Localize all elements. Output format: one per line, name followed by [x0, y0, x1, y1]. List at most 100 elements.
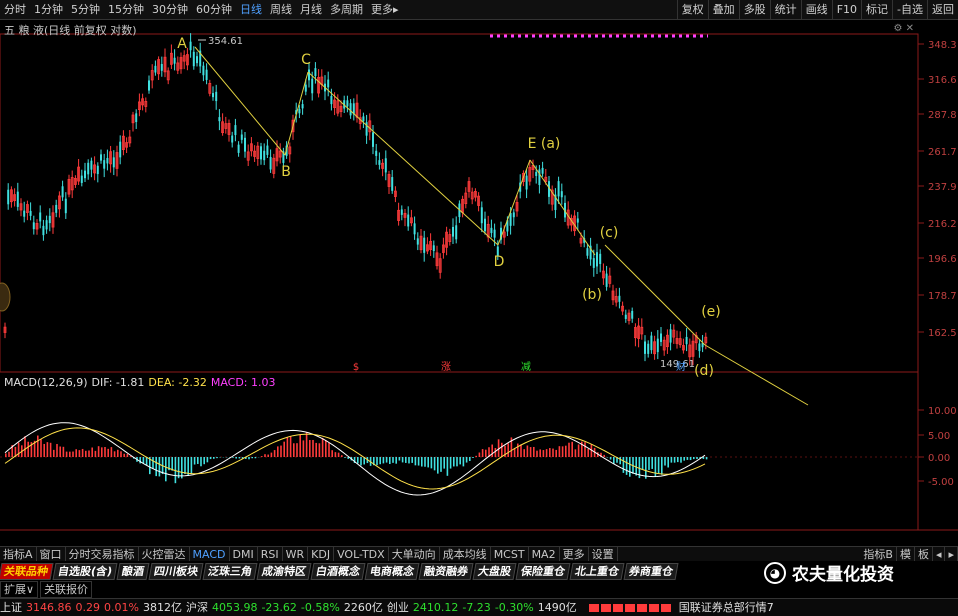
indicator-right-3[interactable]: ◂ [933, 547, 946, 561]
indicator-tab-0[interactable]: 指标A [0, 547, 37, 561]
period-tab-6[interactable]: 日线 [236, 0, 266, 19]
settings-icon[interactable]: ⚙ [893, 23, 902, 34]
macd-bar [117, 449, 119, 457]
price-label-6: 196.6 [928, 254, 957, 265]
macd-bar [427, 457, 429, 468]
indicator-tab-8[interactable]: KDJ [308, 547, 335, 561]
sector-tab-9[interactable]: 大盘股 [472, 563, 517, 580]
candle-body-down [631, 310, 634, 319]
sector-tab-8[interactable]: 融资融券 [418, 563, 474, 580]
sector-tab-7[interactable]: 电商概念 [364, 563, 420, 580]
sector-tab-10[interactable]: 保险重仓 [515, 563, 571, 580]
indicator-tab-3[interactable]: 火控雷达 [139, 547, 190, 561]
macd-bar [344, 457, 346, 458]
sector-tab-0[interactable]: 关联品种 [0, 563, 54, 580]
price-label-8: 162.5 [928, 328, 957, 339]
ext-tab-1[interactable]: 关联报价 [40, 581, 93, 598]
indicator-tab-7[interactable]: WR [283, 547, 309, 561]
price-label-2: 287.8 [928, 110, 957, 121]
candle-body-down [29, 210, 32, 216]
time-label-0: 2020年 [4, 531, 39, 532]
macd-bar [408, 457, 410, 464]
indicator-right-0[interactable]: 指标B [860, 547, 897, 561]
toolbar-button-7[interactable]: -自选 [892, 0, 927, 19]
candle-body-down [624, 314, 627, 319]
macd-bar [539, 449, 541, 457]
macd-bar [414, 457, 417, 466]
indicator-right-1[interactable]: 模 [897, 547, 915, 561]
sector-tab-3[interactable]: 四川板块 [148, 563, 204, 580]
macd-bar [613, 457, 615, 465]
sector-tab-12[interactable]: 券商重仓 [623, 563, 679, 580]
toolbar-button-2[interactable]: 多股 [738, 0, 770, 19]
indicator-right-4[interactable]: ▸ [945, 547, 958, 561]
candle-body-down [64, 198, 67, 214]
period-tab-5[interactable]: 60分钟 [192, 0, 236, 19]
indicator-tab-14[interactable]: 更多 [560, 547, 589, 561]
period-tab-3[interactable]: 15分钟 [104, 0, 148, 19]
indicator-tab-5[interactable]: DMI [230, 547, 258, 561]
sector-tab-5[interactable]: 成渝特区 [256, 563, 312, 580]
hs-name: 沪深 [185, 600, 208, 614]
sector-tab-11[interactable]: 北上重仓 [569, 563, 625, 580]
period-tab-4[interactable]: 30分钟 [148, 0, 192, 19]
toolbar-button-8[interactable]: 返回 [927, 0, 958, 19]
window-controls[interactable]: ⚙ ✕ [893, 23, 914, 34]
period-tab-2[interactable]: 5分钟 [67, 0, 104, 19]
indicator-tab-6[interactable]: RSI [258, 547, 283, 561]
sector-tab-6[interactable]: 白酒概念 [310, 563, 366, 580]
close-icon[interactable]: ✕ [906, 23, 914, 34]
period-tab-0[interactable]: 分时 [0, 0, 30, 19]
indicator-tab-15[interactable]: 设置 [589, 547, 618, 561]
toolbar-button-5[interactable]: F10 [831, 0, 861, 19]
indicator-tab-10[interactable]: 大单动向 [389, 547, 440, 561]
toolbar-button-3[interactable]: 统计 [769, 0, 801, 19]
macd-bar [629, 457, 631, 477]
period-tab-10[interactable]: 更多▸ [367, 0, 403, 19]
candle-body-down [330, 95, 333, 105]
indicator-tab-13[interactable]: MA2 [529, 547, 560, 561]
macd-bar [472, 457, 474, 458]
kline-chart[interactable]: 348.3 316.6 287.8 261.7 237.9 216.2 196.6 178.7… [0, 20, 958, 532]
candle-body-down [535, 171, 538, 176]
macd-bar [696, 457, 698, 459]
macd-bar [5, 453, 7, 457]
wave-line-4 [529, 159, 596, 256]
macd-bar [8, 451, 10, 457]
indicator-tab-12[interactable]: MCST [491, 547, 529, 561]
macd-bar [126, 453, 129, 457]
indicator-tab-1[interactable]: 窗口 [37, 547, 66, 561]
toolbar-button-0[interactable]: 复权 [676, 0, 708, 19]
indicator-tab-9[interactable]: VOL-TDX [334, 547, 389, 561]
period-tab-9[interactable]: 多周期 [326, 0, 367, 19]
macd-label-2: 0.00 [928, 453, 950, 464]
period-tab-8[interactable]: 月线 [296, 0, 326, 19]
macd-bar [53, 449, 55, 457]
sector-tab-4[interactable]: 泛珠三角 [202, 563, 258, 580]
macd-bar [81, 448, 84, 457]
macd-bar [533, 446, 535, 457]
toolbar-button-6[interactable]: 标记 [861, 0, 892, 19]
macd-bar [110, 447, 113, 457]
indicator-tab-11[interactable]: 成本均线 [440, 547, 491, 561]
toolbar-button-4[interactable]: 画线 [800, 0, 832, 19]
candle-body-down [557, 181, 560, 197]
period-tab-1[interactable]: 1分钟 [30, 0, 67, 19]
candle-body-down [599, 253, 602, 264]
sector-tab-2[interactable]: 酿酒 [116, 563, 150, 580]
indicator-tab-2[interactable]: 分时交易指标 [66, 547, 139, 561]
candle-body-down [509, 213, 512, 226]
macd-bar [302, 440, 305, 457]
macd-bar [152, 457, 154, 469]
wave-line-1 [284, 71, 309, 156]
period-toolbar: 分时 1分钟 5分钟 15分钟 30分钟 60分钟 日线 周线 月线 多周期 更多▸ 复权 叠加 多股 统计… [0, 0, 958, 20]
toolbar-button-1[interactable]: 叠加 [707, 0, 739, 19]
macd-bar [686, 457, 689, 460]
indicator-right-2[interactable]: 板 [915, 547, 933, 561]
macd-bar [78, 450, 81, 457]
indicator-tab-4[interactable]: MACD [190, 547, 230, 561]
period-tab-7[interactable]: 周线 [266, 0, 296, 19]
ext-tab-0[interactable]: 扩展∨ [0, 581, 39, 598]
event-marker-3: 财 [676, 360, 686, 373]
sector-tab-1[interactable]: 自选股(含) [52, 563, 118, 580]
